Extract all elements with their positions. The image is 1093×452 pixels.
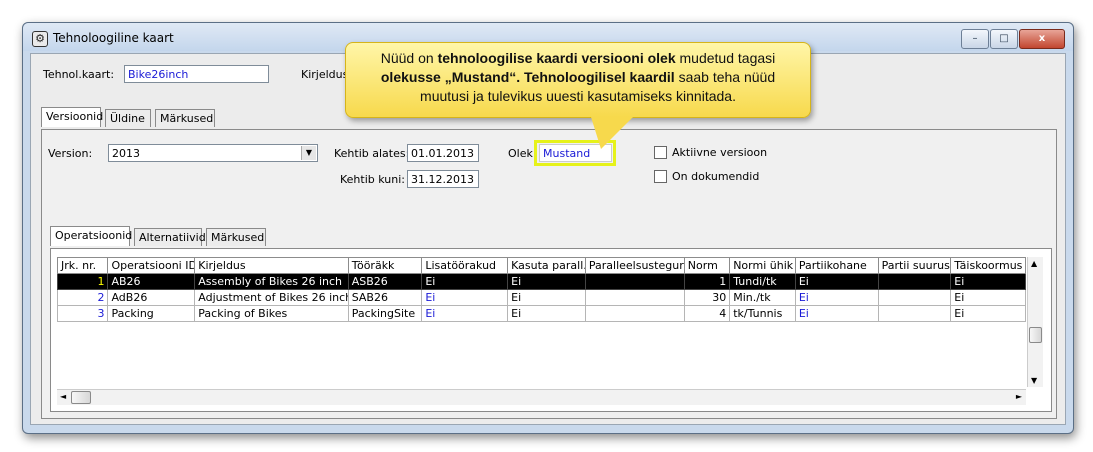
cell-taiskoormus[interactable]: Ei: [950, 305, 1026, 322]
cell-partiikohane[interactable]: Ei: [794, 289, 879, 306]
horizontal-scroll-thumb[interactable]: [71, 391, 91, 404]
cell-partii-suurus[interactable]: [877, 305, 952, 322]
callout-bold-2: olekusse „Mustand“. Tehnoloogilisel kaar…: [380, 69, 675, 85]
callout-pointer: [591, 117, 633, 149]
table-row[interactable]: 2 AdB26 Adjustment of Bikes 26 inch SAB2…: [56, 289, 1026, 306]
cell-kasuta-parall[interactable]: Ei: [507, 273, 586, 290]
cell-normi-uhik[interactable]: tk/Tunnis: [729, 305, 796, 322]
cell-toorakk[interactable]: SAB26: [347, 289, 423, 306]
col-kirjeldus[interactable]: Kirjeldus: [194, 257, 349, 274]
cell-op-id[interactable]: Packing: [107, 305, 196, 322]
cell-jrk[interactable]: 1: [56, 273, 109, 290]
aktiivne-versioon-label: Aktiivne versioon: [672, 146, 768, 159]
scroll-up-icon[interactable]: ▲: [1031, 259, 1037, 268]
cell-taiskoormus[interactable]: Ei: [950, 273, 1026, 290]
cell-toorakk[interactable]: PackingSite: [347, 305, 423, 322]
scroll-down-icon[interactable]: ▼: [1031, 376, 1037, 385]
callout-text-2: mudetud tagasi: [675, 50, 776, 66]
cell-lisatoorakud[interactable]: Ei: [421, 273, 509, 290]
on-dokumendid-label: On dokumendid: [672, 170, 760, 183]
cell-taiskoormus[interactable]: Ei: [950, 289, 1026, 306]
vertical-scroll-thumb[interactable]: [1029, 327, 1042, 343]
col-partii-suurus[interactable]: Partii suurus: [877, 257, 952, 274]
col-toorakk[interactable]: Tööräkk: [347, 257, 423, 274]
close-button[interactable]: x: [1019, 29, 1065, 49]
inner-tab-bar: Operatsioonid Alternatiivid Märkused: [50, 226, 1040, 248]
col-jrk-nr[interactable]: Jrk. nr.: [56, 257, 109, 274]
vertical-scrollbar[interactable]: ▲ ▼: [1027, 257, 1043, 387]
table-row[interactable]: 1 AB26 Assembly of Bikes 26 inch ASB26 E…: [56, 273, 1026, 290]
kehtib-kuni-label: Kehtib kuni:: [340, 173, 405, 186]
kehtib-alates-label: Kehtib alates:: [334, 147, 410, 160]
tab-markused-inner[interactable]: Märkused: [206, 228, 266, 246]
cell-kasuta-parall[interactable]: Ei: [507, 289, 586, 306]
cell-paralleelsustegur[interactable]: [584, 273, 685, 290]
cell-norm[interactable]: 30: [683, 289, 731, 306]
cell-lisatoorakud[interactable]: Ei: [421, 289, 509, 306]
scroll-right-icon[interactable]: ►: [1016, 392, 1022, 401]
cell-op-id[interactable]: AB26: [107, 273, 196, 290]
horizontal-scrollbar[interactable]: ◄ ►: [57, 389, 1026, 405]
callout-annotation: Nüüd on tehnoloogilise kaardi versiooni …: [345, 42, 811, 118]
cell-norm[interactable]: 1: [683, 273, 731, 290]
cell-paralleelsustegur[interactable]: [584, 289, 685, 306]
col-kasuta-parall[interactable]: Kasuta parall.: [507, 257, 586, 274]
cell-kasuta-parall[interactable]: Ei: [507, 305, 586, 322]
cell-kirjeldus[interactable]: Assembly of Bikes 26 inch: [194, 273, 349, 290]
operations-grid[interactable]: Jrk. nr. Operatsiooni ID Kirjeldus Töörä…: [56, 257, 1026, 322]
kehtib-kuni-field[interactable]: 31.12.2013: [407, 170, 479, 188]
tehnol-kaart-label: Tehnol.kaart:: [43, 68, 115, 81]
callout-text-1: Nüüd on: [380, 50, 438, 66]
cell-paralleelsustegur[interactable]: [584, 305, 685, 322]
versioonid-panel: Version: 2013 ▼ Kehtib alates: 01.01.201…: [41, 129, 1057, 419]
table-row[interactable]: 3 Packing Packing of Bikes PackingSite E…: [56, 305, 1026, 322]
cell-op-id[interactable]: AdB26: [107, 289, 196, 306]
callout-bold-1: tehnoloogilise kaardi versiooni olek: [437, 50, 676, 66]
tab-uldine[interactable]: Üldine: [105, 109, 151, 127]
kehtib-alates-field[interactable]: 01.01.2013: [407, 144, 479, 162]
cell-partiikohane[interactable]: Ei: [794, 305, 879, 322]
operatsioonid-panel: Jrk. nr. Operatsiooni ID Kirjeldus Töörä…: [50, 248, 1052, 412]
kirjeldus-label: Kirjeldus: [301, 68, 349, 81]
col-taiskoormus[interactable]: Täiskoormus: [950, 257, 1026, 274]
olek-label: Olek:: [508, 147, 537, 160]
col-norm[interactable]: Norm: [683, 257, 731, 274]
cell-normi-uhik[interactable]: Tundi/tk: [729, 273, 796, 290]
grid-header-row: Jrk. nr. Operatsiooni ID Kirjeldus Töörä…: [56, 257, 1026, 274]
version-value: 2013: [112, 147, 140, 160]
col-normi-uhik[interactable]: Normi ühik: [729, 257, 796, 274]
tab-operatsioonid[interactable]: Operatsioonid: [50, 226, 132, 246]
aktiivne-versioon-checkbox[interactable]: [654, 146, 667, 159]
cell-kirjeldus[interactable]: Packing of Bikes: [194, 305, 349, 322]
app-icon: ⚙: [32, 31, 48, 47]
window-title: Tehnoloogiline kaart: [53, 31, 174, 45]
cell-toorakk[interactable]: ASB26: [347, 273, 423, 290]
cell-normi-uhik[interactable]: Min./tk: [729, 289, 796, 306]
maximize-button[interactable]: □: [990, 29, 1018, 49]
callout-text-3: saab teha nüüd: [674, 69, 776, 85]
col-lisatoorakud[interactable]: Lisatöörakud: [421, 257, 509, 274]
tab-alternatiivid[interactable]: Alternatiivid: [134, 228, 206, 246]
tab-markused[interactable]: Märkused: [155, 109, 215, 127]
cell-jrk[interactable]: 3: [56, 305, 109, 322]
cell-kirjeldus[interactable]: Adjustment of Bikes 26 inch: [194, 289, 349, 306]
col-paralleelsustegur[interactable]: Paralleelsustegur: [584, 257, 685, 274]
cell-jrk[interactable]: 2: [56, 289, 109, 306]
col-partiikohane[interactable]: Partiikohane: [794, 257, 879, 274]
cell-lisatoorakud[interactable]: Ei: [421, 305, 509, 322]
cell-norm[interactable]: 4: [683, 305, 731, 322]
callout-text-4: muutusi ja tulevikus uuesti kasutamiseks…: [420, 88, 736, 104]
on-dokumendid-checkbox[interactable]: [654, 170, 667, 183]
cell-partii-suurus[interactable]: [877, 273, 952, 290]
tab-versioonid[interactable]: Versioonid: [41, 107, 103, 127]
cell-partii-suurus[interactable]: [877, 289, 952, 306]
chevron-down-icon[interactable]: ▼: [301, 146, 316, 160]
version-select[interactable]: 2013 ▼: [108, 144, 318, 162]
col-operatsiooni-id[interactable]: Operatsiooni ID: [107, 257, 196, 274]
scroll-left-icon[interactable]: ◄: [60, 392, 66, 401]
minimize-button[interactable]: –: [961, 29, 989, 49]
tehnol-kaart-field[interactable]: Bike26inch: [124, 65, 269, 83]
version-label: Version:: [48, 147, 93, 160]
cell-partiikohane[interactable]: Ei: [794, 273, 879, 290]
